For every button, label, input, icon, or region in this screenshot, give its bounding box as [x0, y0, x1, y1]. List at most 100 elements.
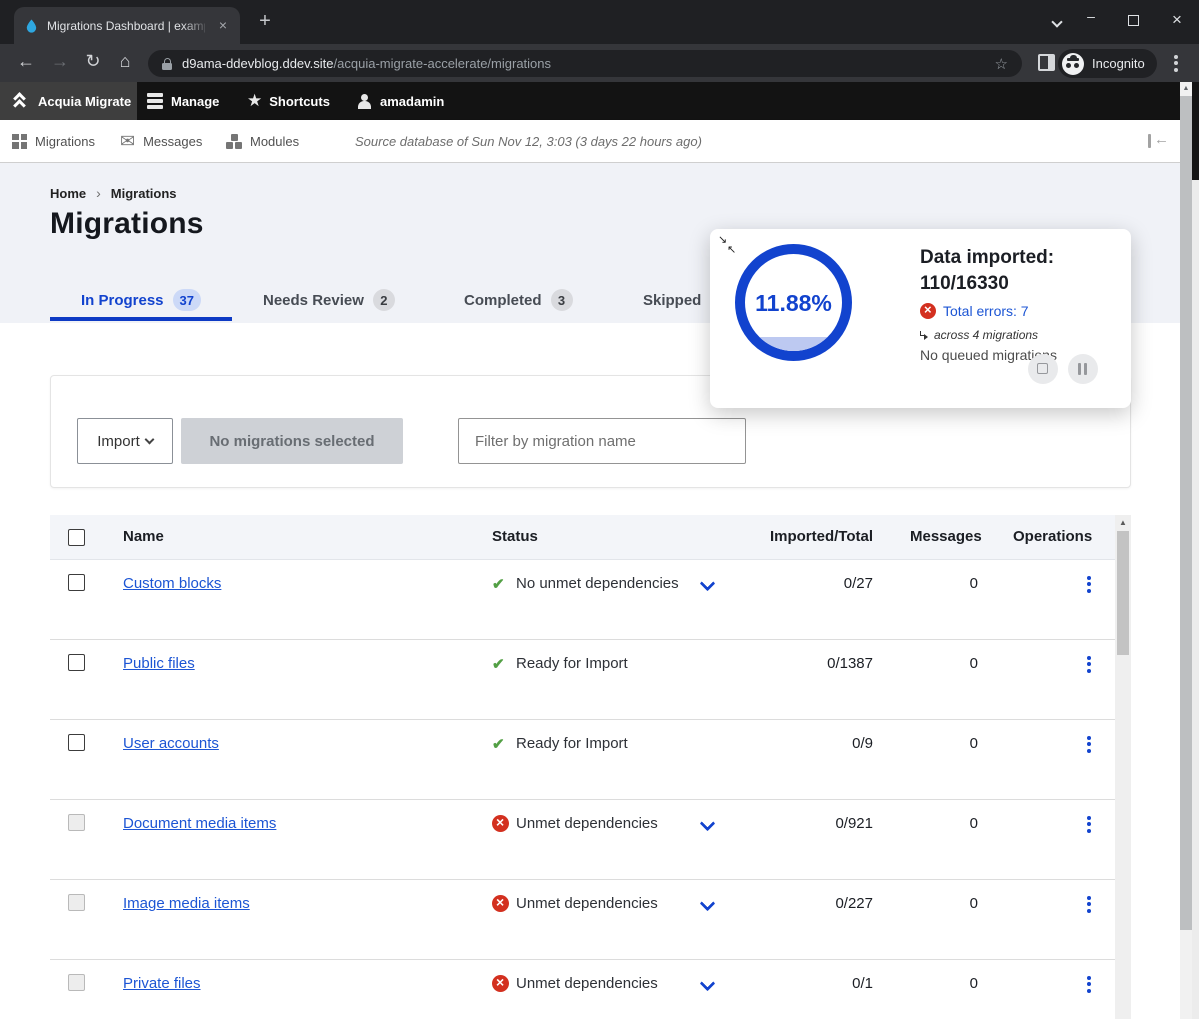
row-checkbox [68, 814, 85, 831]
column-header-name: Name [123, 528, 164, 545]
browser-menu-kebab-icon[interactable] [1174, 52, 1178, 74]
tab-skipped[interactable]: Skipped [643, 287, 701, 313]
column-header-operations: Operations [1013, 528, 1092, 545]
migration-name-link[interactable]: Document media items [123, 815, 276, 832]
messages-cell: 0 [910, 975, 978, 992]
toolbar-collapse-icon[interactable]: ← [1148, 133, 1172, 149]
chevron-down-icon[interactable] [700, 976, 716, 992]
migrations-page: Home › Migrations Migrations In Progress… [0, 163, 1180, 1019]
address-bar[interactable]: d9ama-ddevblog.ddev.site /acquia-migrate… [148, 50, 1022, 77]
imported-total-cell: 0/921 [750, 815, 873, 832]
status-icon [492, 575, 509, 592]
incognito-badge: Incognito [1058, 49, 1157, 78]
incognito-icon [1062, 53, 1084, 75]
column-header-messages: Messages [910, 528, 978, 545]
toolbar-item-manage[interactable]: Manage [147, 82, 219, 120]
bookmark-star-icon[interactable]: ☆ [995, 55, 1008, 73]
toolbar-item-shortcuts[interactable]: ★ Shortcuts [247, 82, 330, 120]
tab-badge: 3 [551, 289, 573, 311]
imported-total-cell: 0/1 [750, 975, 873, 992]
table-row: Document media items Unmet dependencies … [50, 800, 1115, 880]
migration-name-link[interactable]: User accounts [123, 735, 219, 752]
import-dropdown-button[interactable]: Import [77, 418, 173, 464]
status-text: Unmet dependencies [516, 815, 658, 832]
url-path: /acquia-migrate-accelerate/migrations [334, 56, 551, 71]
forward-icon: → [48, 51, 72, 72]
kebab-menu-icon[interactable] [1080, 733, 1098, 757]
tab-needs-review[interactable]: Needs Review 2 [263, 287, 395, 313]
scrollbar-thumb[interactable] [1180, 96, 1192, 930]
status-text: No unmet dependencies [516, 575, 679, 592]
resize-arrows-icon[interactable]: ↘↖ [718, 235, 740, 257]
toolbar-item-messages[interactable]: ✉ Messages [120, 120, 202, 162]
row-checkbox[interactable] [68, 654, 85, 671]
column-header-status: Status [492, 528, 538, 545]
import-progress-popup: ↘↖ 11.88% Data imported: 110/16330 Total… [710, 229, 1131, 408]
breadcrumb-home-link[interactable]: Home [50, 186, 86, 201]
table-scrollbar[interactable]: ▲ [1115, 515, 1131, 1019]
total-errors-row[interactable]: Total errors: 7 [920, 303, 1029, 319]
scrollbar-up-arrow-icon[interactable]: ▲ [1115, 518, 1131, 527]
toolbar-item-modules[interactable]: Modules [226, 120, 299, 162]
browser-window: Migrations Dashboard | example × + – × ←… [0, 0, 1199, 1019]
window-minimize-button[interactable]: – [1080, 8, 1102, 24]
filter-input[interactable] [458, 418, 746, 464]
tab-close-icon[interactable]: × [214, 16, 232, 34]
back-icon[interactable]: ← [14, 51, 38, 72]
stop-button[interactable] [1028, 354, 1058, 384]
pause-button[interactable] [1068, 354, 1098, 384]
status-text: Unmet dependencies [516, 895, 658, 912]
tab-in-progress[interactable]: In Progress 37 [81, 287, 201, 313]
toolbar-item-migrations[interactable]: Migrations [12, 120, 95, 162]
select-all-checkbox[interactable] [68, 529, 85, 546]
migration-name-link[interactable]: Private files [123, 975, 201, 992]
scrollbar-thumb[interactable] [1117, 531, 1129, 655]
migration-name-link[interactable]: Image media items [123, 895, 250, 912]
table-row: Private files Unmet dependencies 0/1 0 [50, 960, 1115, 1019]
chevron-down-icon [144, 434, 154, 444]
across-migrations-note: across 4 migrations [920, 328, 1038, 342]
kebab-menu-icon[interactable] [1080, 973, 1098, 997]
side-panel-icon[interactable] [1038, 54, 1055, 71]
breadcrumb-current: Migrations [111, 186, 177, 201]
kebab-menu-icon[interactable] [1080, 573, 1098, 597]
imported-total-cell: 0/227 [750, 895, 873, 912]
toolbar-item-user[interactable]: amadamin [357, 82, 444, 120]
chevron-down-icon[interactable] [700, 816, 716, 832]
row-checkbox [68, 894, 85, 911]
migration-name-link[interactable]: Public files [123, 655, 195, 672]
page-scrollbar[interactable]: ▲ [1180, 82, 1192, 1019]
row-checkbox[interactable] [68, 574, 85, 591]
scrollbar-up-arrow-icon[interactable]: ▲ [1180, 85, 1192, 92]
row-checkbox[interactable] [68, 734, 85, 751]
kebab-menu-icon[interactable] [1080, 813, 1098, 837]
secondary-toolbar: Migrations ✉ Messages Modules Source dat… [0, 120, 1180, 163]
column-header-imported: Imported/Total [750, 528, 873, 545]
home-icon[interactable]: ⌂ [113, 51, 137, 72]
reload-icon[interactable]: ↻ [81, 51, 105, 72]
chevron-down-icon[interactable] [700, 576, 716, 592]
acquia-migrate-brand[interactable]: Acquia Migrate [0, 82, 137, 120]
new-tab-button[interactable]: + [252, 9, 278, 35]
kebab-menu-icon[interactable] [1080, 893, 1098, 917]
window-close-button[interactable]: × [1166, 10, 1188, 30]
total-errors-link[interactable]: Total errors: 7 [943, 303, 1029, 319]
kebab-menu-icon[interactable] [1080, 653, 1098, 677]
tab-search-chevron-icon[interactable] [1046, 13, 1068, 29]
hook-arrow-icon [920, 331, 929, 339]
data-imported-label: Data imported: [920, 247, 1054, 269]
breadcrumb-chevron-icon: › [96, 185, 101, 201]
window-maximize-button[interactable] [1122, 12, 1144, 29]
browser-tab[interactable]: Migrations Dashboard | example × [14, 7, 240, 44]
messages-cell: 0 [910, 575, 978, 592]
chevron-down-icon[interactable] [700, 896, 716, 912]
row-checkbox [68, 974, 85, 991]
stop-icon [1037, 363, 1048, 374]
browser-toolbar: ← → ↻ ⌂ d9ama-ddevblog.ddev.site /acquia… [0, 44, 1199, 82]
migration-name-link[interactable]: Custom blocks [123, 575, 221, 592]
imported-total-cell: 0/9 [750, 735, 873, 752]
tab-completed[interactable]: Completed 3 [464, 287, 573, 313]
user-icon [357, 94, 372, 109]
status-icon [492, 655, 509, 672]
pause-icon [1078, 363, 1089, 375]
